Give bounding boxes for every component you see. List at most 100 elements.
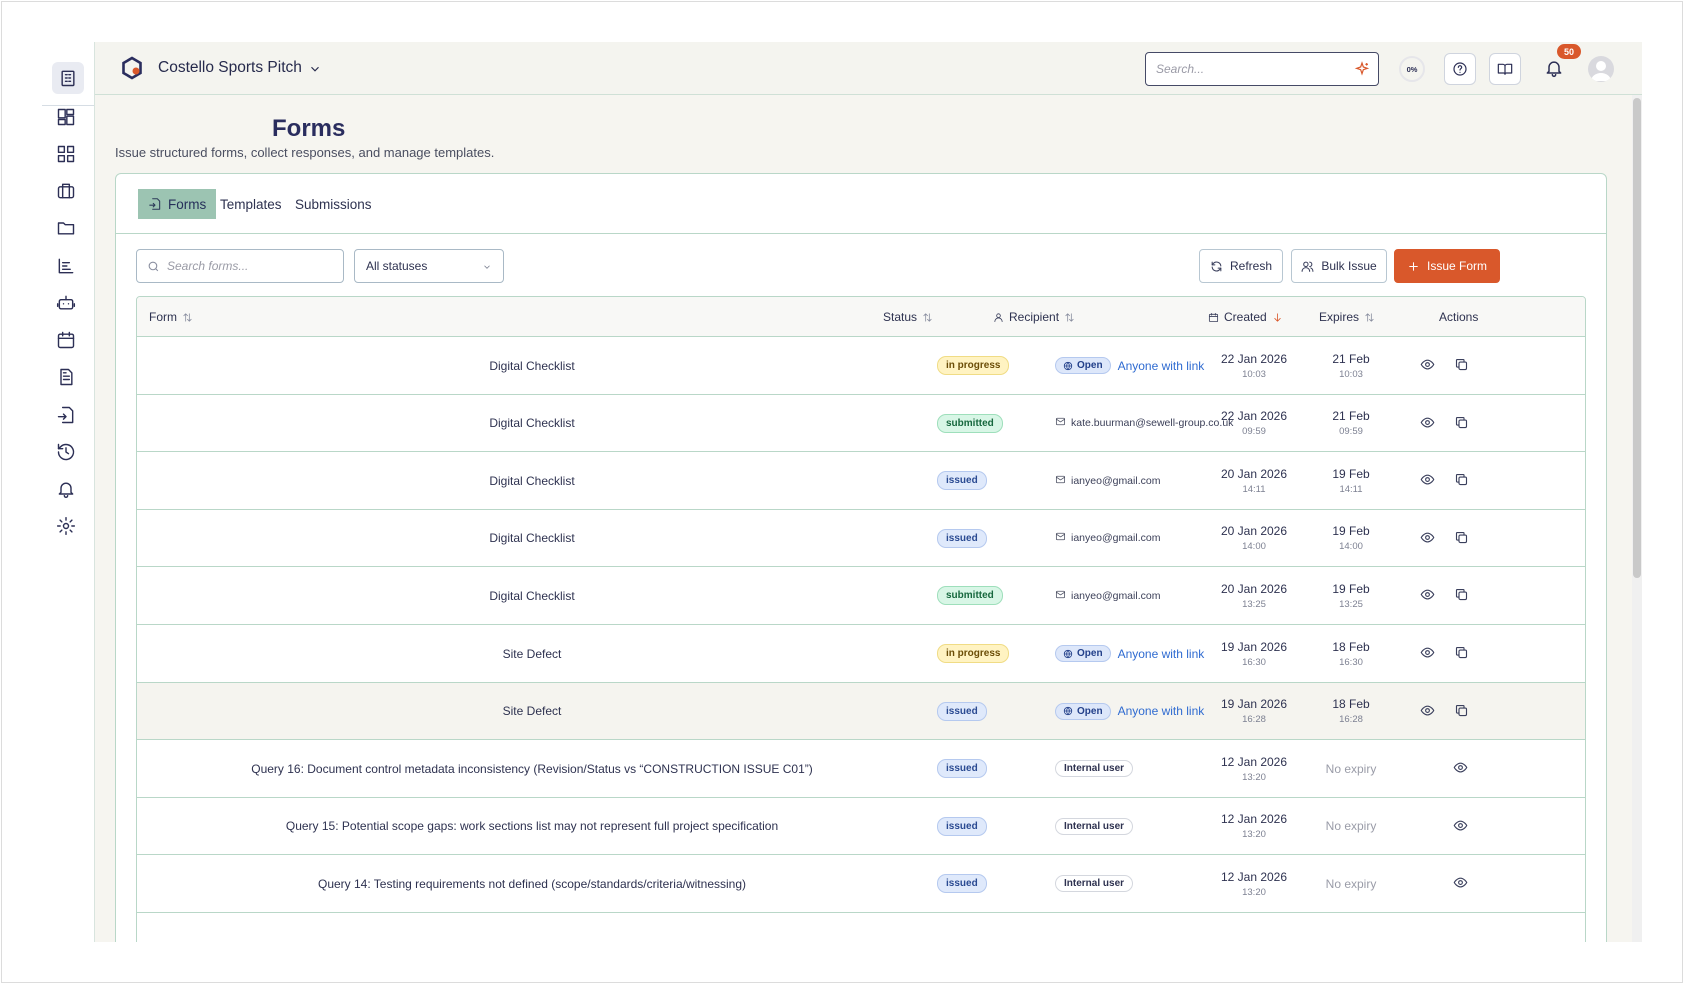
view-eye-icon[interactable] [1453, 760, 1469, 776]
chevron-down-icon [484, 265, 490, 269]
form-import-icon[interactable] [53, 402, 79, 428]
view-eye-icon[interactable] [1420, 645, 1436, 661]
status-badge: issued [937, 874, 987, 894]
refresh-button[interactable]: Refresh [1199, 249, 1283, 283]
form-name[interactable]: Digital Checklist [137, 337, 927, 394]
form-name[interactable]: Digital Checklist [137, 395, 927, 452]
table-row[interactable]: Query 15: Potential scope gaps: work sec… [137, 797, 1585, 856]
table-row[interactable]: Digital Checklist issued ianyeo@gmail.co… [137, 509, 1585, 568]
open-label: Open [1077, 705, 1103, 717]
notification-count-badge: 50 [1557, 44, 1581, 59]
form-name[interactable]: Site Defect [137, 625, 927, 682]
app-logo[interactable] [120, 56, 144, 80]
page-title: Forms [272, 115, 346, 142]
table-row[interactable]: Query 16: Document control metadata inco… [137, 740, 1585, 798]
copy-link-icon[interactable] [1454, 357, 1470, 373]
recipient-link[interactable]: Anyone with link [1118, 359, 1205, 373]
notifications-bell-icon[interactable] [1544, 58, 1566, 80]
form-name[interactable]: Digital Checklist [137, 452, 927, 509]
view-eye-icon[interactable] [1453, 818, 1469, 834]
form-name[interactable]: Digital Checklist [137, 510, 927, 567]
status-cell: issued [937, 855, 987, 912]
tab-forms[interactable]: Forms [138, 189, 217, 219]
copy-link-icon[interactable] [1454, 645, 1470, 661]
column-header-form[interactable]: Form [149, 297, 193, 337]
globe-icon [1063, 706, 1073, 716]
view-eye-icon[interactable] [1420, 587, 1436, 603]
docs-button[interactable] [1489, 53, 1521, 85]
briefcase-icon[interactable] [53, 178, 79, 204]
issue-form-button[interactable]: Issue Form [1394, 249, 1500, 283]
folder-icon[interactable] [53, 215, 79, 241]
table-row[interactable]: Digital Checklist submitted kate.buurman… [137, 394, 1585, 453]
copy-link-icon[interactable] [1454, 415, 1470, 431]
chevron-down-icon[interactable] [308, 62, 322, 76]
progress-indicator[interactable]: 0% [1399, 56, 1425, 82]
table-row[interactable]: Site Defect issued Open Anyone with link… [137, 682, 1585, 741]
column-header-expires[interactable]: Expires [1319, 297, 1375, 337]
user-avatar[interactable] [1588, 56, 1614, 82]
copy-link-icon[interactable] [1454, 530, 1470, 546]
status-cell: issued [937, 740, 987, 797]
view-eye-icon[interactable] [1420, 415, 1436, 431]
recipient-email: ianyeo@gmail.com [1071, 532, 1161, 545]
document-icon[interactable] [53, 364, 79, 390]
dashboard-icon[interactable] [53, 104, 79, 130]
history-icon[interactable] [53, 439, 79, 465]
column-header-created[interactable]: Created [1208, 297, 1283, 337]
open-label: Open [1077, 648, 1103, 659]
calendar-icon[interactable] [53, 327, 79, 353]
created-time: 13:20 [1242, 771, 1266, 783]
copy-link-icon[interactable] [1454, 703, 1470, 719]
table-row[interactable]: Digital Checklist in progress Open Anyon… [137, 337, 1585, 395]
tab-templates[interactable]: Templates [210, 189, 292, 219]
global-search[interactable] [1145, 52, 1379, 86]
copy-link-icon[interactable] [1454, 472, 1470, 488]
column-header-status[interactable]: Status [883, 297, 933, 337]
apps-grid-icon[interactable] [53, 141, 79, 167]
table-row[interactable]: Site Defect in progress Open Anyone with… [137, 625, 1585, 683]
bell-icon[interactable] [53, 476, 79, 502]
help-button[interactable] [1444, 53, 1476, 85]
recipient-cell: Internal user [1055, 740, 1134, 797]
form-name[interactable]: Query 15: Potential scope gaps: work sec… [137, 798, 927, 855]
column-header-status-label: Status [883, 310, 918, 324]
gantt-chart-icon[interactable] [53, 253, 79, 279]
status-filter-select[interactable]: All statuses [354, 249, 504, 283]
copy-link-icon[interactable] [1454, 587, 1470, 603]
recipient-link[interactable]: Anyone with link [1118, 647, 1205, 661]
view-eye-icon[interactable] [1420, 530, 1436, 546]
recipient-link[interactable]: Anyone with link [1118, 704, 1205, 718]
forms-search-input[interactable] [167, 250, 337, 282]
table-row[interactable]: Digital Checklist issued ianyeo@gmail.co… [137, 452, 1585, 510]
help-icon [1453, 62, 1467, 76]
view-eye-icon[interactable] [1420, 357, 1436, 373]
bulk-issue-button[interactable]: Bulk Issue [1291, 249, 1387, 283]
global-search-input[interactable] [1146, 53, 1326, 85]
view-eye-icon[interactable] [1420, 472, 1436, 488]
view-eye-icon[interactable] [1420, 703, 1436, 719]
form-name[interactable]: Query 16: Document control metadata inco… [137, 740, 927, 797]
column-header-recipient[interactable]: Recipient [993, 297, 1075, 337]
created-time: 16:28 [1242, 714, 1266, 726]
form-name[interactable]: Digital Checklist [137, 567, 927, 624]
expires-cell: 19 Feb 14:11 [1315, 452, 1387, 509]
project-name[interactable]: Costello Sports Pitch [158, 59, 302, 77]
form-import-icon [149, 198, 161, 210]
recipient-cell: ianyeo@gmail.com [1055, 567, 1160, 624]
robot-icon[interactable] [53, 290, 79, 316]
table-row[interactable]: Query 14: Testing requirements not defin… [137, 855, 1585, 913]
table-row[interactable]: Digital Checklist submitted ianyeo@gmail… [137, 567, 1585, 625]
settings-gear-icon[interactable] [53, 513, 79, 539]
page-scrollbar-thumb[interactable] [1633, 98, 1641, 578]
tab-submissions[interactable]: Submissions [285, 189, 382, 219]
building-icon[interactable] [52, 62, 84, 94]
form-name[interactable]: Site Defect [137, 683, 927, 740]
status-cell: issued [937, 683, 987, 740]
view-eye-icon[interactable] [1453, 875, 1469, 891]
form-name[interactable]: Query 14: Testing requirements not defin… [137, 855, 927, 912]
expires-time: 13:25 [1339, 598, 1363, 610]
ai-sparkle-icon[interactable] [1354, 61, 1370, 77]
created-cell: 22 Jan 2026 09:59 [1209, 395, 1299, 452]
forms-search[interactable] [136, 249, 344, 283]
